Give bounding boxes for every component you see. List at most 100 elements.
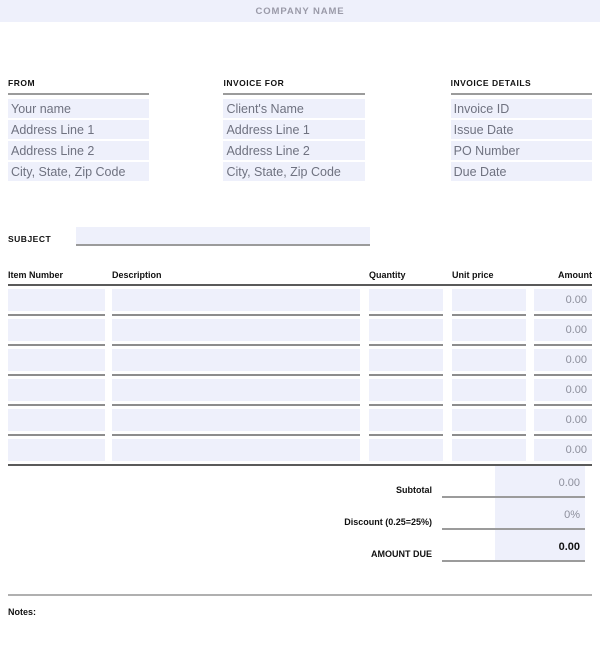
- from-section: FROM Your name Address Line 1 Address Li…: [8, 78, 150, 183]
- issue-date-field[interactable]: Issue Date: [450, 120, 593, 139]
- subtotal-value: 0.00: [558, 477, 580, 489]
- party-columns: FROM Your name Address Line 1 Address Li…: [8, 78, 593, 183]
- cell-quantity[interactable]: [369, 439, 443, 461]
- subtotal-rule: [442, 496, 585, 498]
- items-table-header-row: Item Number Description Quantity Unit pr…: [8, 270, 592, 284]
- table-row: 0.00: [8, 409, 592, 439]
- row-rule-description: [112, 314, 360, 316]
- row-rule-amount: [534, 404, 592, 406]
- row-rule-unit-price: [452, 314, 526, 316]
- from-address-line-2-field[interactable]: Address Line 2: [8, 141, 150, 160]
- table-row: 0.00: [8, 289, 592, 319]
- cell-amount: 0.00: [534, 319, 592, 341]
- column-gap-1: [149, 78, 223, 183]
- cell-unit-price[interactable]: [452, 289, 526, 311]
- row-rule-unit-price: [452, 374, 526, 376]
- column-header-item-number: Item Number: [8, 270, 64, 280]
- cell-unit-price[interactable]: [452, 319, 526, 341]
- subtotal-label: Subtotal: [396, 485, 432, 495]
- subject-row: SUBJECT: [8, 227, 592, 246]
- cell-amount: 0.00: [534, 379, 592, 401]
- table-row: 0.00: [8, 439, 592, 461]
- row-rule-unit-price: [452, 434, 526, 436]
- client-name-field[interactable]: Client's Name: [223, 99, 365, 118]
- notes-divider: [8, 594, 592, 596]
- items-table-header-rule: [8, 284, 592, 286]
- cell-amount: 0.00: [534, 409, 592, 431]
- invoice-for-heading-rule: [223, 93, 365, 95]
- cell-item-number[interactable]: [8, 289, 105, 311]
- row-rule-description: [112, 344, 360, 346]
- column-header-unit-price: Unit price: [452, 270, 494, 280]
- table-row: 0.00: [8, 379, 592, 409]
- client-address-line-2-field[interactable]: Address Line 2: [223, 141, 365, 160]
- po-number-field[interactable]: PO Number: [450, 141, 593, 160]
- invoice-for-heading: INVOICE FOR: [223, 78, 285, 88]
- cell-description[interactable]: [112, 319, 360, 341]
- cell-unit-price[interactable]: [452, 379, 526, 401]
- row-rule-item-number: [8, 374, 105, 376]
- from-heading: FROM: [8, 78, 36, 88]
- invoice-details-heading: INVOICE DETAILS: [450, 78, 532, 88]
- from-city-state-zip-field[interactable]: City, State, Zip Code: [8, 162, 150, 181]
- cell-unit-price[interactable]: [452, 409, 526, 431]
- cell-quantity[interactable]: [369, 409, 443, 431]
- row-rule-quantity: [369, 344, 443, 346]
- amount-due-rule: [442, 560, 585, 562]
- cell-item-number[interactable]: [8, 319, 105, 341]
- row-rule-unit-price: [452, 344, 526, 346]
- invoice-details-section: INVOICE DETAILS Invoice ID Issue Date PO…: [450, 78, 593, 183]
- company-name[interactable]: COMPANY NAME: [255, 6, 344, 17]
- totals-section: Subtotal 0.00 Discount (0.25=25%) 0% AMO…: [8, 466, 592, 562]
- from-address-line-1-field[interactable]: Address Line 1: [8, 120, 150, 139]
- row-rule-amount: [534, 344, 592, 346]
- from-heading-rule: [8, 93, 150, 95]
- discount-row: Discount (0.25=25%) 0%: [8, 498, 592, 530]
- subject-field-wrap: [76, 227, 370, 246]
- row-rule-description: [112, 404, 360, 406]
- due-date-field[interactable]: Due Date: [450, 162, 593, 181]
- column-gap-2: [365, 78, 451, 183]
- notes-label: Notes:: [8, 607, 37, 617]
- discount-value[interactable]: 0%: [442, 502, 585, 528]
- cell-description[interactable]: [112, 349, 360, 371]
- row-rule-item-number: [8, 314, 105, 316]
- amount-due-label: AMOUNT DUE: [371, 549, 432, 559]
- cell-item-number[interactable]: [8, 379, 105, 401]
- subject-rule: [76, 244, 370, 246]
- cell-amount: 0.00: [534, 289, 592, 311]
- cell-description[interactable]: [112, 409, 360, 431]
- cell-item-number[interactable]: [8, 439, 105, 461]
- row-rule-quantity: [369, 314, 443, 316]
- amount-due-row: AMOUNT DUE 0.00: [8, 530, 592, 562]
- cell-item-number[interactable]: [8, 409, 105, 431]
- client-city-state-zip-field[interactable]: City, State, Zip Code: [223, 162, 365, 181]
- invoice-details-heading-rule: [450, 93, 593, 95]
- cell-item-number[interactable]: [8, 349, 105, 371]
- cell-quantity[interactable]: [369, 349, 443, 371]
- row-rule-description: [112, 434, 360, 436]
- table-row: 0.00: [8, 319, 592, 349]
- row-rule-item-number: [8, 404, 105, 406]
- row-rule-quantity: [369, 434, 443, 436]
- client-address-line-1-field[interactable]: Address Line 1: [223, 120, 365, 139]
- amount-due-value: 0.00: [558, 541, 580, 553]
- cell-unit-price[interactable]: [452, 349, 526, 371]
- subject-input[interactable]: [76, 227, 370, 244]
- from-name-field[interactable]: Your name: [8, 99, 150, 118]
- column-header-amount: Amount: [558, 270, 592, 280]
- cell-description[interactable]: [112, 379, 360, 401]
- cell-quantity[interactable]: [369, 379, 443, 401]
- cell-description[interactable]: [112, 289, 360, 311]
- cell-description[interactable]: [112, 439, 360, 461]
- cell-quantity[interactable]: [369, 319, 443, 341]
- cell-unit-price[interactable]: [452, 439, 526, 461]
- column-header-description: Description: [112, 270, 162, 280]
- subject-label: SUBJECT: [8, 234, 52, 244]
- row-rule-description: [112, 374, 360, 376]
- cell-quantity[interactable]: [369, 289, 443, 311]
- cell-amount: 0.00: [534, 439, 592, 461]
- invoice-id-field[interactable]: Invoice ID: [450, 99, 593, 118]
- row-rule-item-number: [8, 344, 105, 346]
- row-rule-amount: [534, 374, 592, 376]
